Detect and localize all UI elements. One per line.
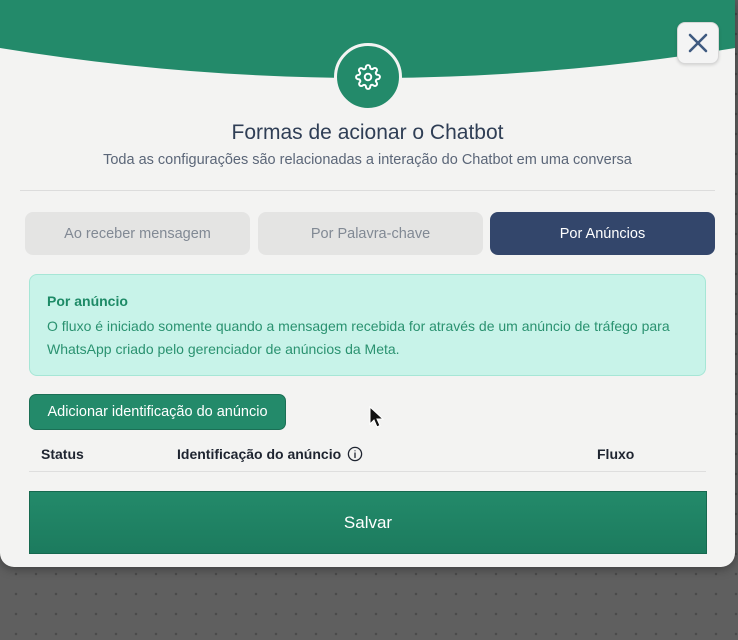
- info-circle-icon[interactable]: [347, 446, 363, 462]
- info-text: O fluxo é iniciado somente quando a mens…: [47, 318, 670, 357]
- column-header-status: Status: [41, 446, 84, 462]
- gear-icon: [355, 64, 381, 90]
- add-ad-identification-button[interactable]: Adicionar identificação do anúncio: [29, 394, 286, 430]
- close-icon: [686, 31, 710, 55]
- modal-title: Formas de acionar o Chatbot: [231, 121, 504, 144]
- header-gear-badge: [334, 43, 402, 111]
- save-button[interactable]: Salvar: [29, 491, 707, 554]
- chatbot-trigger-modal: Formas de acionar o Chatbot Toda as conf…: [0, 0, 735, 567]
- column-header-status-label: Status: [41, 446, 84, 462]
- info-title: Por anúncio: [47, 293, 128, 309]
- info-box: Por anúncio O fluxo é iniciado somente q…: [29, 274, 706, 376]
- tab-por-palavra-chave[interactable]: Por Palavra-chave: [258, 212, 483, 255]
- tab-por-anuncios[interactable]: Por Anúncios: [490, 212, 715, 255]
- tab-ao-receber-mensagem[interactable]: Ao receber mensagem: [25, 212, 250, 255]
- table-header-divider: [29, 471, 706, 472]
- column-header-identificacao: Identificação do anúncio: [177, 446, 363, 462]
- close-button[interactable]: [677, 22, 719, 64]
- column-header-fluxo: Fluxo: [597, 446, 634, 462]
- column-header-fluxo-label: Fluxo: [597, 446, 635, 462]
- modal-subtitle: Toda as configurações são relacionadas a…: [103, 152, 632, 168]
- column-header-identificacao-label: Identificação do anúncio: [177, 446, 342, 462]
- header-divider: [20, 190, 715, 191]
- mouse-cursor-icon: [369, 406, 385, 428]
